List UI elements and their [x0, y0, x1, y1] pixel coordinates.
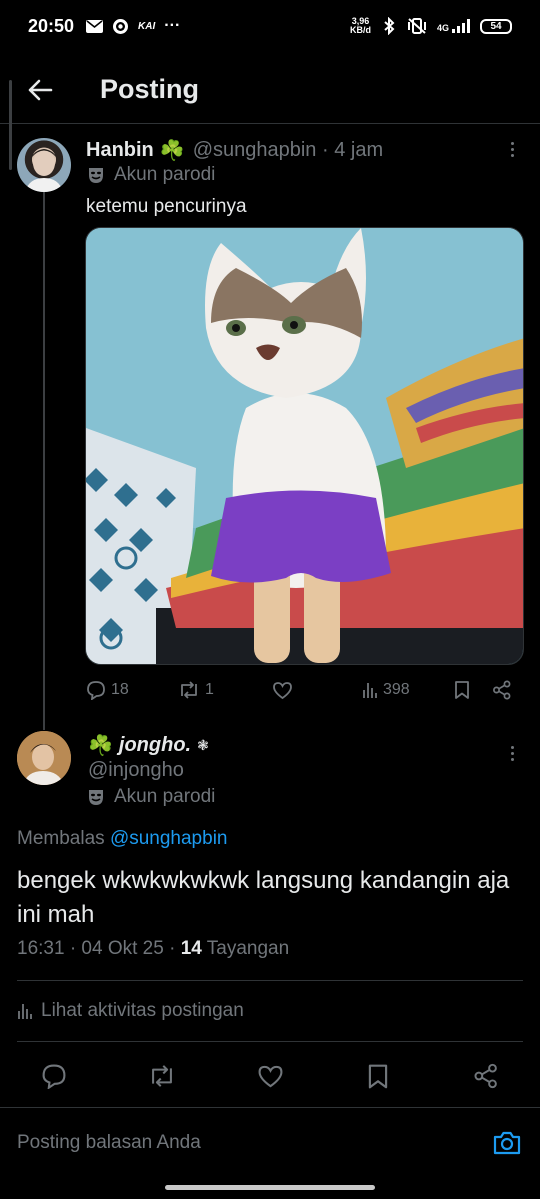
- post-image[interactable]: [85, 227, 524, 665]
- focused-post-action-bar: [0, 1056, 540, 1096]
- heart-icon: [258, 1065, 282, 1087]
- avatar-photo: [25, 149, 63, 192]
- kai-badge-icon: KAI: [138, 20, 156, 32]
- reply-composer: Posting balasan Anda: [0, 1107, 540, 1169]
- share-button[interactable]: [470, 1060, 502, 1092]
- reply-author-row: ☘️ jongho. ❃: [88, 733, 209, 758]
- mail-icon: [86, 19, 104, 33]
- post-author-row: Hanbin ☘️ @sunghapbin · 4 jam: [86, 136, 383, 164]
- repost-icon: [152, 1065, 172, 1087]
- clover-emoji: ☘️: [88, 735, 113, 757]
- reply-action[interactable]: 18: [86, 676, 129, 704]
- flower-emoji: ❃: [197, 737, 209, 753]
- theater-mask-icon: [89, 790, 103, 805]
- post-text: bengek wkwkwkwkwk langsung kandangin aja…: [17, 867, 510, 928]
- heart-icon: [273, 681, 292, 699]
- clover-emoji: ☘️: [159, 139, 185, 162]
- comment-icon: [87, 681, 105, 700]
- divider: [17, 1041, 523, 1042]
- bar-chart-icon: [18, 1004, 32, 1019]
- repost-button[interactable]: [146, 1060, 178, 1092]
- battery-icon: 54: [480, 18, 512, 34]
- notification-icons: KAI ···: [86, 17, 180, 35]
- reply-input[interactable]: Posting balasan Anda: [17, 1132, 201, 1154]
- repost-action[interactable]: 1: [178, 676, 214, 704]
- parody-label: Akun parodi: [86, 786, 215, 808]
- parody-label: Akun parodi: [86, 164, 215, 186]
- scrollbar[interactable]: [9, 80, 12, 170]
- cat-photo: [86, 228, 523, 664]
- avatar[interactable]: [17, 731, 71, 785]
- repost-count: 1: [205, 681, 214, 698]
- repost-icon: [181, 681, 197, 699]
- like-button[interactable]: [254, 1060, 286, 1092]
- theater-mask-icon: [89, 168, 103, 183]
- views-action[interactable]: 398: [362, 676, 410, 704]
- share-action[interactable]: [492, 676, 512, 704]
- camera-icon: [493, 1131, 521, 1155]
- more-vertical-icon: [510, 745, 514, 761]
- share-icon: [493, 680, 511, 700]
- replying-to: Membalas @sunghapbin: [17, 828, 228, 849]
- target-icon: [113, 18, 129, 34]
- view-count: 398: [383, 681, 410, 698]
- like-action[interactable]: [272, 676, 293, 704]
- reply-button[interactable]: [38, 1060, 70, 1092]
- share-icon: [474, 1063, 497, 1089]
- cell-signal-icon: 4G: [437, 19, 470, 33]
- author-handle[interactable]: @injongho: [88, 759, 184, 782]
- post-more-button[interactable]: [500, 137, 524, 161]
- bar-chart-icon: [363, 683, 377, 698]
- author-handle-time[interactable]: @sunghapbin · 4 jam: [193, 139, 383, 162]
- camera-button[interactable]: [492, 1128, 522, 1158]
- page-header: Posting: [0, 56, 540, 124]
- back-button[interactable]: [20, 70, 60, 110]
- mention-link[interactable]: @sunghapbin: [110, 828, 228, 849]
- arrow-left-icon: [28, 79, 53, 100]
- bookmark-icon: [368, 1064, 388, 1088]
- view-count: 14: [180, 938, 202, 959]
- post-text: ketemu pencurinya: [86, 196, 247, 217]
- more-notifications-icon: ···: [164, 17, 181, 34]
- post-meta: 16:31 · 04 Okt 25 · 14 Tayangan: [17, 938, 289, 960]
- avatar-photo: [17, 731, 71, 785]
- reply-count: 18: [111, 681, 129, 698]
- views-label: Tayangan: [206, 938, 290, 959]
- author-name[interactable]: jongho.: [119, 734, 191, 757]
- vibrate-off-icon: [407, 18, 426, 34]
- system-icons: 3,96 KB/d 4G 54: [350, 17, 512, 35]
- net-speed: 3,96 KB/d: [349, 16, 371, 35]
- post-action-bar: 18 1 398: [86, 676, 526, 704]
- status-bar: 20:50 KAI ··· 3,96 KB/d 4G 54: [0, 0, 540, 52]
- author-name[interactable]: Hanbin: [86, 139, 154, 162]
- divider: [17, 980, 523, 981]
- home-indicator[interactable]: [165, 1185, 375, 1190]
- bookmark-action[interactable]: [454, 676, 470, 704]
- avatar[interactable]: [17, 138, 71, 192]
- bluetooth-icon: [384, 17, 395, 35]
- page-title: Posting: [100, 74, 199, 104]
- comment-icon: [42, 1064, 66, 1089]
- post-timestamp[interactable]: 16:31 · 04 Okt 25 ·: [17, 938, 175, 959]
- bookmark-button[interactable]: [362, 1060, 394, 1092]
- bookmark-icon: [455, 681, 469, 699]
- view-activity-link[interactable]: Lihat aktivitas postingan: [17, 1000, 244, 1022]
- more-vertical-icon: [510, 141, 514, 157]
- thread-connector-line: [43, 192, 45, 730]
- post-more-button[interactable]: [500, 741, 524, 765]
- status-time: 20:50: [28, 15, 75, 36]
